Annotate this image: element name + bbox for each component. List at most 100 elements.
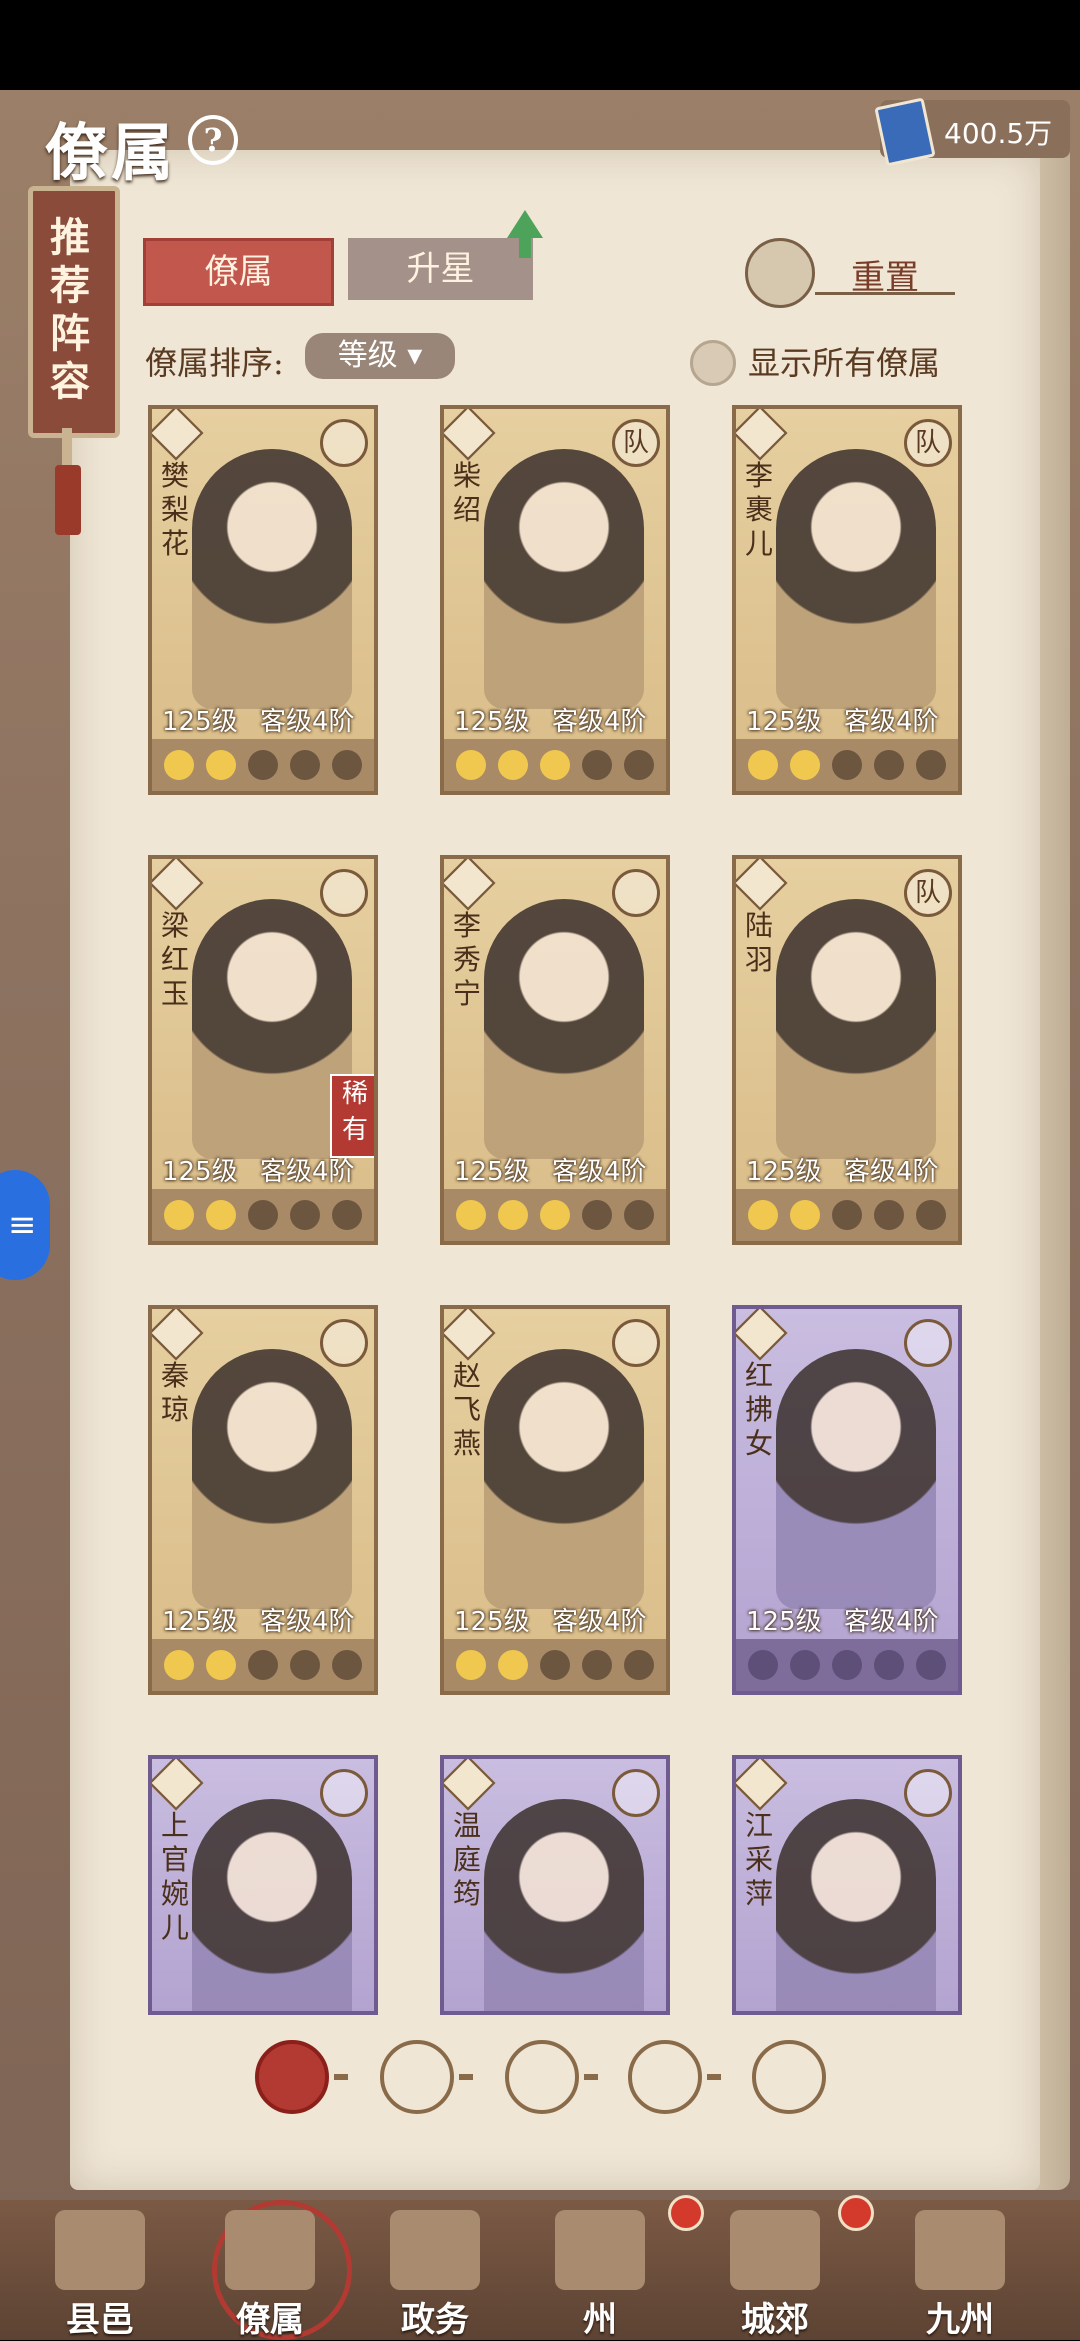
- retainer-name: 上官婉儿: [160, 1809, 189, 1944]
- portrait-image: [192, 449, 352, 709]
- level-text: 125级: [162, 1157, 238, 1187]
- star-row: [152, 1639, 374, 1691]
- retainer-card[interactable]: 李秀宁 125级 客级4阶: [440, 855, 670, 1245]
- retainer-card[interactable]: 秦琼 125级 客级4阶: [148, 1305, 378, 1695]
- arrow-up-icon: [507, 210, 543, 238]
- star-icon: [748, 750, 778, 780]
- class-badge-icon: [444, 859, 496, 911]
- nav-item[interactable]: 政务: [375, 2210, 495, 2340]
- sort-dropdown[interactable]: 等级 ▾: [305, 333, 455, 379]
- rank-text: 客级4阶: [260, 1607, 355, 1637]
- star-icon: [248, 750, 278, 780]
- page-title: 僚属: [45, 116, 178, 189]
- star-icon: [540, 1200, 570, 1230]
- show-all-toggle[interactable]: [690, 340, 736, 386]
- star-icon: [916, 1650, 946, 1680]
- star-icon: [624, 1650, 654, 1680]
- retainer-name: 陆羽: [744, 909, 773, 976]
- retainer-name: 樊梨花: [160, 459, 189, 560]
- filter-category-1-button[interactable]: [380, 2040, 454, 2114]
- retainer-name: 李秀宁: [452, 909, 481, 1010]
- star-icon: [498, 750, 528, 780]
- retainer-card[interactable]: 上官婉儿: [148, 1755, 378, 2015]
- retainer-name: 李裹儿: [744, 459, 773, 560]
- retainer-name: 红拂女: [744, 1359, 773, 1460]
- level-row: 125级 客级4阶: [444, 1601, 666, 1637]
- star-icon: [332, 750, 362, 780]
- retainer-card[interactable]: 队 李裹儿 125级 客级4阶: [732, 405, 962, 795]
- class-badge-icon: [444, 1309, 496, 1361]
- retainer-card[interactable]: 队 柴绍 125级 客级4阶: [440, 405, 670, 795]
- star-icon: [748, 1200, 778, 1230]
- filter-category-4-button[interactable]: [752, 2040, 826, 2114]
- level-text: 125级: [746, 1607, 822, 1637]
- retainer-card[interactable]: 温庭筠: [440, 1755, 670, 2015]
- currency-value: 400.5万: [944, 117, 1053, 150]
- pager-divider: [459, 2074, 473, 2080]
- sort-label: 僚属排序:: [145, 344, 284, 382]
- retainer-name: 柴绍: [452, 459, 481, 526]
- team-badge-icon: [612, 1319, 660, 1367]
- level-text: 125级: [162, 707, 238, 737]
- filter-category-2-button[interactable]: [505, 2040, 579, 2114]
- star-icon: [582, 1650, 612, 1680]
- retainer-card[interactable]: 江采萍: [732, 1755, 962, 2015]
- tab-retainers[interactable]: 僚属: [143, 238, 334, 306]
- nav-label: 九州: [926, 2300, 994, 2340]
- star-row: [444, 739, 666, 791]
- nav-item[interactable]: 僚属: [210, 2210, 330, 2340]
- portrait-image: [484, 1799, 644, 2011]
- star-icon: [624, 750, 654, 780]
- level-row: 125级 客级4阶: [152, 701, 374, 737]
- retainer-name: 秦琼: [160, 1359, 189, 1426]
- class-badge-icon: [736, 409, 788, 461]
- star-icon: [164, 1200, 194, 1230]
- star-icon: [832, 750, 862, 780]
- nav-item[interactable]: 城郊: [715, 2210, 835, 2340]
- nav-building-icon: [915, 2210, 1005, 2290]
- retainer-card[interactable]: 赵飞燕 125级 客级4阶: [440, 1305, 670, 1695]
- level-text: 125级: [162, 1607, 238, 1637]
- reset-icon[interactable]: [745, 238, 815, 308]
- filter-all-button[interactable]: [255, 2040, 329, 2114]
- retainer-card[interactable]: 队 陆羽 125级 客级4阶: [732, 855, 962, 1245]
- rank-text: 客级4阶: [552, 707, 647, 737]
- retainer-card[interactable]: 梁红玉 125级 客级4阶 稀有: [148, 855, 378, 1245]
- class-badge-icon: [444, 409, 496, 461]
- retainer-name: 梁红玉: [160, 909, 189, 1010]
- star-icon: [290, 1200, 320, 1230]
- retainer-card[interactable]: 樊梨花 125级 客级4阶: [148, 405, 378, 795]
- reset-button[interactable]: 重置: [815, 250, 955, 298]
- nav-item[interactable]: 县邑: [40, 2210, 160, 2340]
- team-badge-icon: [612, 869, 660, 917]
- class-badge-icon: [736, 1309, 788, 1361]
- class-badge-icon: [736, 1759, 788, 1811]
- star-icon: [498, 1200, 528, 1230]
- filter-category-3-button[interactable]: [628, 2040, 702, 2114]
- nav-item[interactable]: 州: [540, 2210, 660, 2340]
- retainer-card[interactable]: 红拂女 125级 客级4阶: [732, 1305, 962, 1695]
- side-float-icon: ≡: [8, 1205, 37, 1245]
- team-badge-icon: [612, 1769, 660, 1817]
- level-row: 125级 客级4阶: [444, 701, 666, 737]
- portrait-image: [776, 899, 936, 1159]
- nav-label: 州: [583, 2300, 617, 2340]
- star-icon: [582, 750, 612, 780]
- nav-building-icon: [730, 2210, 820, 2290]
- star-icon: [832, 1650, 862, 1680]
- tab-upgrade-star[interactable]: 升星: [348, 238, 533, 300]
- tassel: [55, 465, 81, 535]
- star-icon: [832, 1200, 862, 1230]
- help-icon[interactable]: ?: [188, 115, 238, 165]
- star-icon: [248, 1650, 278, 1680]
- notification-dot: [838, 2195, 874, 2231]
- nav-building-icon: [55, 2210, 145, 2290]
- portrait-image: [776, 1349, 936, 1609]
- level-text: 125级: [746, 1157, 822, 1187]
- rank-text: 客级4阶: [844, 1607, 939, 1637]
- star-icon: [790, 750, 820, 780]
- nav-label: 县邑: [66, 2300, 134, 2340]
- star-icon: [624, 1200, 654, 1230]
- recommended-lineup-label: 推荐阵容: [50, 214, 90, 405]
- nav-item[interactable]: 九州: [900, 2210, 1020, 2340]
